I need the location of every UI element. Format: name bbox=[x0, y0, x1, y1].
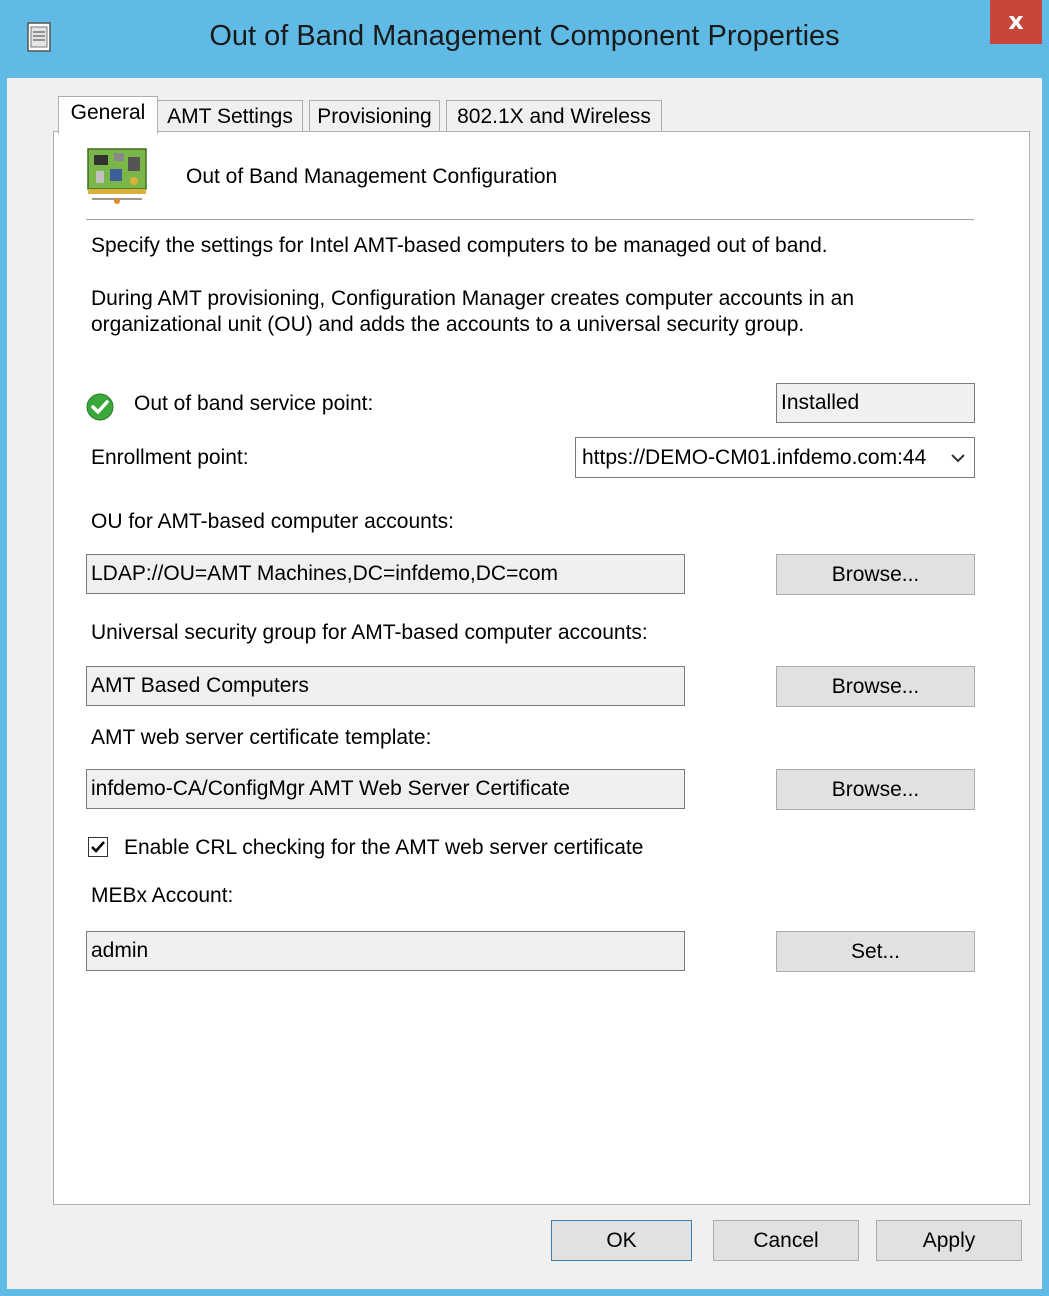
description-line-2a: During AMT provisioning, Configuration M… bbox=[91, 287, 855, 310]
description-line-2b: organizational unit (OU) and adds the ac… bbox=[91, 313, 805, 336]
tab-802-1x-wireless[interactable]: 802.1X and Wireless bbox=[446, 100, 662, 133]
tab-provisioning[interactable]: Provisioning bbox=[309, 100, 440, 133]
security-group-field[interactable]: AMT Based Computers bbox=[86, 666, 685, 706]
close-button[interactable]: x bbox=[990, 0, 1042, 44]
network-card-icon bbox=[87, 148, 147, 204]
header-divider bbox=[86, 219, 974, 220]
cancel-button[interactable]: Cancel bbox=[713, 1220, 859, 1261]
enrollment-point-label: Enrollment point: bbox=[91, 446, 249, 469]
service-point-status: Installed bbox=[776, 383, 975, 423]
ou-label: OU for AMT-based computer accounts: bbox=[91, 510, 454, 533]
checkmark-icon bbox=[91, 841, 105, 853]
header-title: Out of Band Management Configuration bbox=[186, 165, 558, 188]
window-title: Out of Band Management Component Propert… bbox=[209, 20, 840, 52]
ou-field[interactable]: LDAP://OU=AMT Machines,DC=infdemo,DC=com bbox=[86, 554, 685, 594]
chevron-down-icon bbox=[951, 454, 965, 463]
security-group-label: Universal security group for AMT-based c… bbox=[91, 621, 648, 644]
tab-general[interactable]: General bbox=[58, 96, 158, 134]
ok-button[interactable]: OK bbox=[551, 1220, 692, 1261]
crl-label[interactable]: Enable CRL checking for the AMT web serv… bbox=[124, 836, 643, 860]
green-check-icon bbox=[86, 393, 114, 421]
description-line-1: Specify the settings for Intel AMT-based… bbox=[91, 234, 828, 257]
cert-template-browse-button[interactable]: Browse... bbox=[776, 769, 975, 810]
crl-checkbox[interactable] bbox=[88, 837, 108, 857]
cert-template-label: AMT web server certificate template: bbox=[91, 726, 432, 749]
title-bar: Out of Band Management Component Propert… bbox=[7, 0, 1042, 78]
cert-template-field[interactable]: infdemo-CA/ConfigMgr AMT Web Server Cert… bbox=[86, 769, 685, 809]
properties-dialog: Out of Band Management Component Propert… bbox=[0, 0, 1049, 1296]
mebx-set-button[interactable]: Set... bbox=[776, 931, 975, 972]
mebx-label: MEBx Account: bbox=[91, 884, 234, 907]
ou-browse-button[interactable]: Browse... bbox=[776, 554, 975, 595]
tab-amt-settings[interactable]: AMT Settings bbox=[157, 100, 303, 133]
apply-button[interactable]: Apply bbox=[876, 1220, 1022, 1261]
general-tab-panel: Out of Band Management Configuration Spe… bbox=[53, 131, 1030, 1205]
enrollment-point-value: https://DEMO-CM01.infdemo.com:44 bbox=[582, 446, 927, 469]
security-group-browse-button[interactable]: Browse... bbox=[776, 666, 975, 707]
service-point-label: Out of band service point: bbox=[134, 392, 374, 415]
enrollment-point-dropdown[interactable]: https://DEMO-CM01.infdemo.com:44 bbox=[575, 437, 975, 478]
mebx-field[interactable]: admin bbox=[86, 931, 685, 971]
